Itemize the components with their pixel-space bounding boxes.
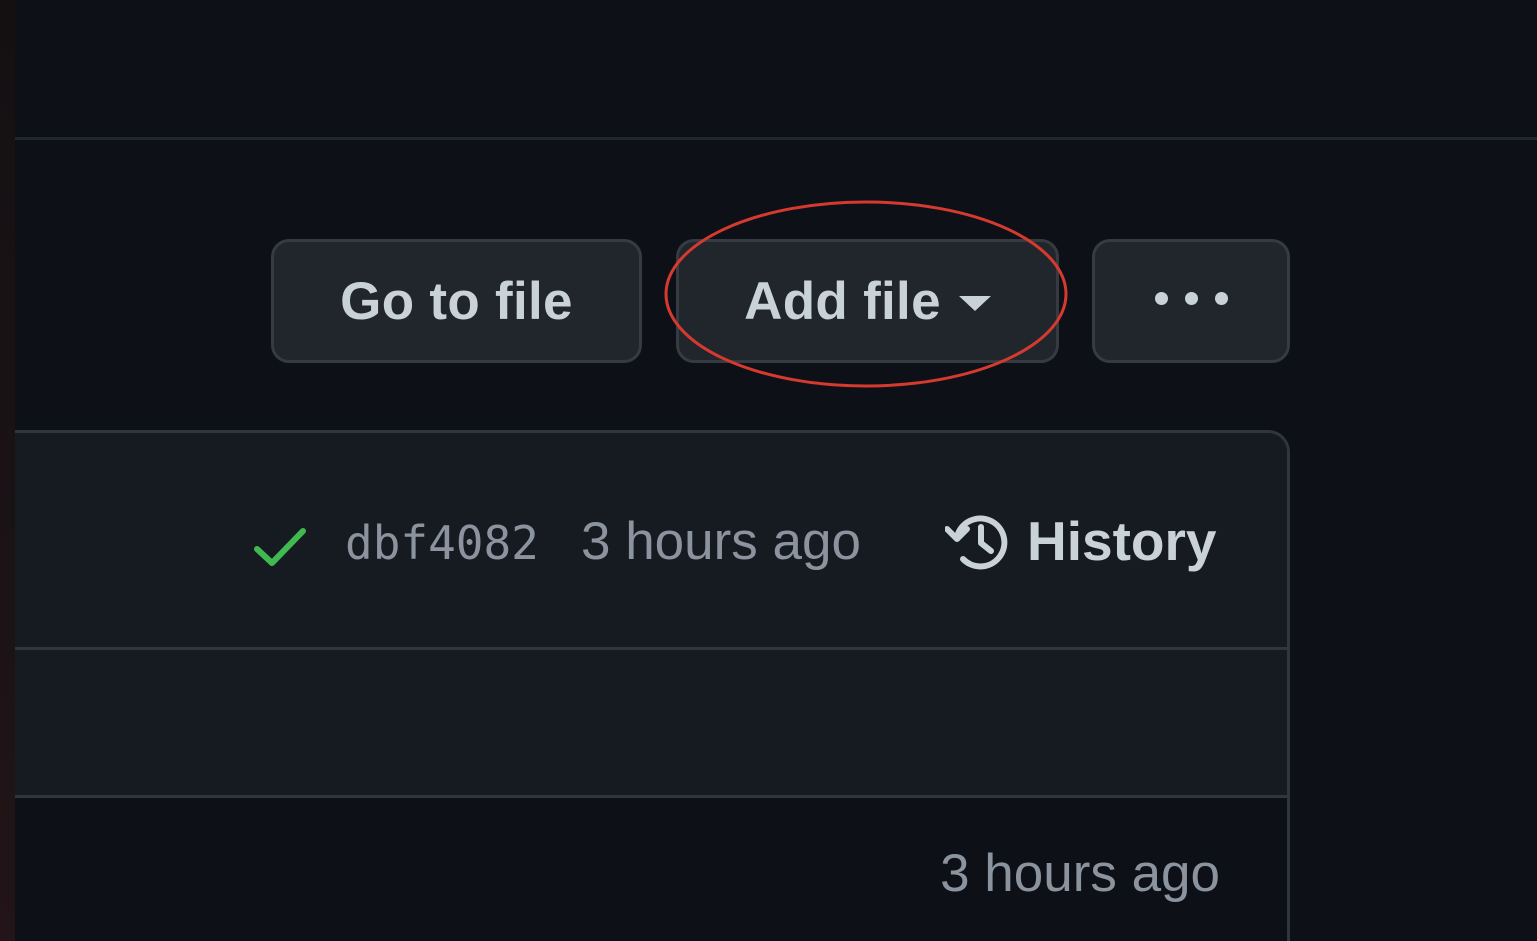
go-to-file-label: Go to file [340,271,573,331]
commit-time: 3 hours ago [581,512,861,571]
add-file-button[interactable]: Add file [676,239,1059,363]
triangle-down-icon [958,295,991,311]
file-listing: dbf4082 3 hours ago History 3 hours ago [15,430,1290,941]
header-divider [15,137,1537,140]
history-label: History [1027,510,1217,572]
list-item[interactable]: 3 hours ago [15,798,1287,941]
add-file-label: Add file [744,271,941,331]
commit-sha-link[interactable]: dbf4082 [345,513,539,573]
latest-commit-row: dbf4082 3 hours ago History [15,433,1287,650]
kebab-horizontal-icon [1154,291,1228,305]
go-to-file-button[interactable]: Go to file [271,239,642,363]
history-icon [945,515,1008,570]
file-commit-time: 3 hours ago [940,844,1220,903]
more-options-button[interactable] [1092,239,1290,363]
window-edge [0,0,15,941]
repo-page: Go to file Add file dbf4082 3 hours ago [0,0,1537,941]
check-icon[interactable] [253,525,307,569]
history-link[interactable]: History [945,507,1217,575]
list-item[interactable] [15,650,1287,798]
